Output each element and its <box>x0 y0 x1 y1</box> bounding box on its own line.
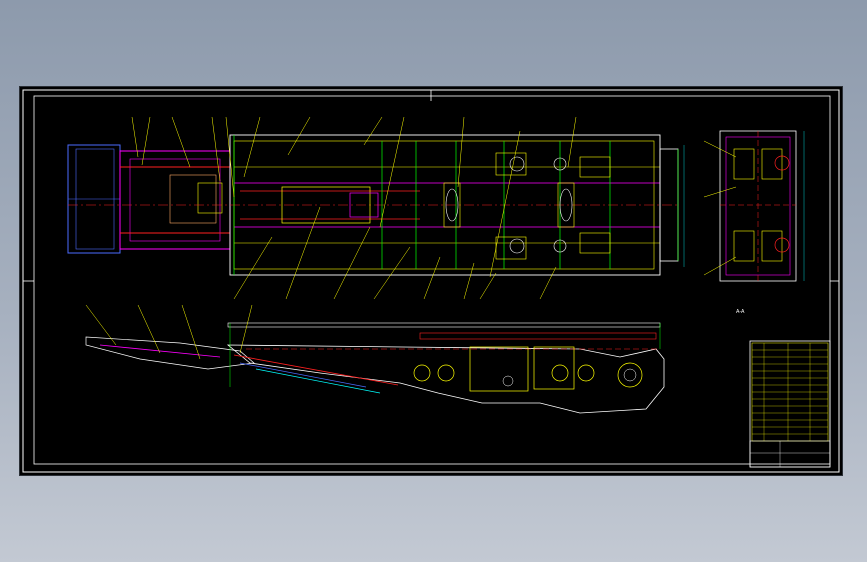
side-body-outline <box>226 344 665 414</box>
side-top-outline <box>227 322 661 328</box>
cad-viewport[interactable]: A-A <box>20 87 842 475</box>
side-rear-wheel <box>617 362 643 388</box>
side-view <box>85 304 665 414</box>
title-block <box>749 340 831 468</box>
engineering-drawing: A-A <box>22 89 840 473</box>
plan-view <box>67 116 685 300</box>
side-arm <box>85 336 255 370</box>
plan-front-frame <box>119 150 231 250</box>
section-view-label: A-A <box>736 309 745 315</box>
section-view <box>703 130 805 282</box>
